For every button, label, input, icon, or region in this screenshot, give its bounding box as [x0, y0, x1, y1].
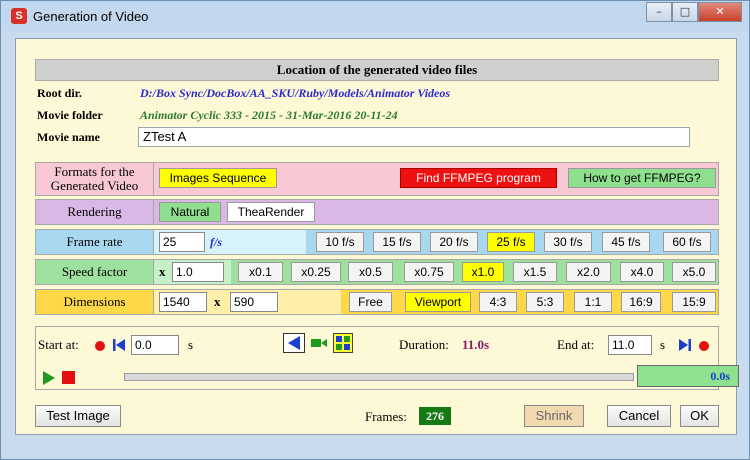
formats-row: Formats for the Generated Video Images S…	[35, 162, 719, 196]
speed-option-5-0[interactable]: x5.0	[672, 262, 716, 282]
fps-option-25[interactable]: 25 f/s	[487, 232, 535, 252]
dim-option-1-1[interactable]: 1:1	[574, 292, 612, 312]
dim-option-4-3[interactable]: 4:3	[479, 292, 517, 312]
play-icon[interactable]	[42, 371, 56, 385]
end-at-label: End at:	[557, 337, 595, 352]
dimensions-row: Dimensions 1540 x 590 Free Viewport 4:3 …	[35, 289, 719, 315]
fps-option-10[interactable]: 10 f/s	[316, 232, 364, 252]
speed-option-0-25[interactable]: x0.25	[291, 262, 341, 282]
movie-name-label: Movie name	[37, 130, 100, 144]
speed-option-1-5[interactable]: x1.5	[513, 262, 557, 282]
stop-icon[interactable]	[62, 371, 75, 384]
dim-option-16-9[interactable]: 16:9	[621, 292, 661, 312]
speed-x-mark: x	[159, 264, 166, 279]
frame-rate-unit: f/s	[210, 235, 222, 249]
find-ffmpeg-button[interactable]: Find FFMPEG program	[400, 168, 557, 188]
formats-label-line2: Generated Video	[50, 178, 139, 193]
start-at-label: Start at:	[38, 337, 79, 352]
dim-option-viewport[interactable]: Viewport	[405, 292, 471, 312]
movie-folder-label: Movie folder	[37, 108, 103, 122]
speed-option-0-5[interactable]: x0.5	[348, 262, 393, 282]
dim-option-free[interactable]: Free	[349, 292, 392, 312]
movie-name-input[interactable]: ZTest A	[138, 127, 690, 147]
dim-option-15-9[interactable]: 15:9	[672, 292, 716, 312]
fps-option-15[interactable]: 15 f/s	[373, 232, 421, 252]
speed-factor-label: Speed factor	[36, 260, 154, 284]
app-icon: S	[11, 8, 27, 24]
fps-option-20[interactable]: 20 f/s	[430, 232, 478, 252]
formats-label-line1: Formats for the	[54, 164, 135, 179]
step-back-icon[interactable]	[283, 333, 305, 353]
camera-icon[interactable]	[311, 337, 327, 349]
title-bar[interactable]: S Generation of Video – □ ✕	[1, 1, 749, 31]
speed-option-0-75[interactable]: x0.75	[404, 262, 454, 282]
fps-option-60[interactable]: 60 f/s	[663, 232, 711, 252]
images-sequence-button[interactable]: Images Sequence	[159, 168, 277, 188]
start-record-icon[interactable]	[95, 341, 105, 351]
frames-value: 276	[419, 407, 451, 425]
speed-option-2-0[interactable]: x2.0	[566, 262, 611, 282]
go-to-start-icon[interactable]	[112, 338, 126, 352]
frame-rate-label: Frame rate	[36, 230, 154, 254]
minimize-button[interactable]: –	[646, 2, 672, 22]
duration-label: Duration:	[399, 337, 449, 352]
duration-value: 11.0s	[462, 337, 490, 352]
width-input[interactable]: 1540	[159, 292, 207, 312]
ok-button[interactable]: OK	[680, 405, 719, 427]
frame-rate-input[interactable]: 25	[159, 232, 205, 252]
timeline-slider[interactable]	[124, 373, 634, 381]
dim-option-5-3[interactable]: 5:3	[526, 292, 564, 312]
cancel-button[interactable]: Cancel	[607, 405, 671, 427]
start-time-input[interactable]: 0.0	[131, 335, 179, 355]
root-dir-value: D:/Box Sync/DocBox/AA_SKU/Ruby/Models/An…	[140, 86, 451, 100]
rendering-label: Rendering	[36, 200, 154, 224]
test-image-button[interactable]: Test Image	[35, 405, 121, 427]
start-unit: s	[188, 337, 194, 352]
window-title: Generation of Video	[33, 9, 149, 24]
height-input[interactable]: 590	[230, 292, 278, 312]
dimensions-label: Dimensions	[36, 290, 154, 314]
current-time-display: 0.0s	[637, 365, 739, 387]
end-unit: s	[660, 337, 666, 352]
how-to-get-ffmpeg-button[interactable]: How to get FFMPEG?	[568, 168, 716, 188]
viewport-grid-icon[interactable]	[333, 333, 353, 353]
natural-render-button[interactable]: Natural	[159, 202, 221, 222]
shrink-button[interactable]: Shrink	[524, 405, 584, 427]
dimensions-x-mark: x	[214, 294, 221, 309]
maximize-button[interactable]: □	[672, 2, 698, 22]
formats-label: Formats for the Generated Video	[36, 163, 154, 195]
video-generation-window: S Generation of Video – □ ✕ Location of …	[0, 0, 750, 460]
speed-option-0-1[interactable]: x0.1	[238, 262, 283, 282]
dialog-body: Location of the generated video files Ro…	[15, 38, 739, 435]
end-record-icon[interactable]	[699, 341, 709, 351]
go-to-end-icon[interactable]	[678, 338, 692, 352]
speed-option-4-0[interactable]: x4.0	[620, 262, 664, 282]
frame-rate-row: Frame rate 25 f/s 10 f/s 15 f/s 20 f/s 2…	[35, 229, 719, 255]
fps-option-45[interactable]: 45 f/s	[602, 232, 650, 252]
speed-option-1-0[interactable]: x1.0	[462, 262, 504, 282]
thea-render-button[interactable]: TheaRender	[227, 202, 315, 222]
frames-label: Frames:	[365, 409, 407, 424]
location-header: Location of the generated video files	[35, 59, 719, 81]
speed-factor-row: Speed factor x 1.0 x0.1 x0.25 x0.5 x0.75…	[35, 259, 719, 285]
root-dir-label: Root dir.	[37, 86, 82, 100]
playback-panel: Start at: 0.0 s Duration: 11.0s End at: …	[35, 326, 739, 390]
movie-folder-value: Animator Cyclic 333 - 2015 - 31-Mar-2016…	[140, 108, 398, 122]
fps-option-30[interactable]: 30 f/s	[544, 232, 592, 252]
rendering-row: Rendering Natural TheaRender	[35, 199, 719, 225]
close-button[interactable]: ✕	[698, 2, 742, 22]
end-time-input[interactable]: 11.0	[608, 335, 652, 355]
speed-factor-input[interactable]: 1.0	[172, 262, 224, 282]
